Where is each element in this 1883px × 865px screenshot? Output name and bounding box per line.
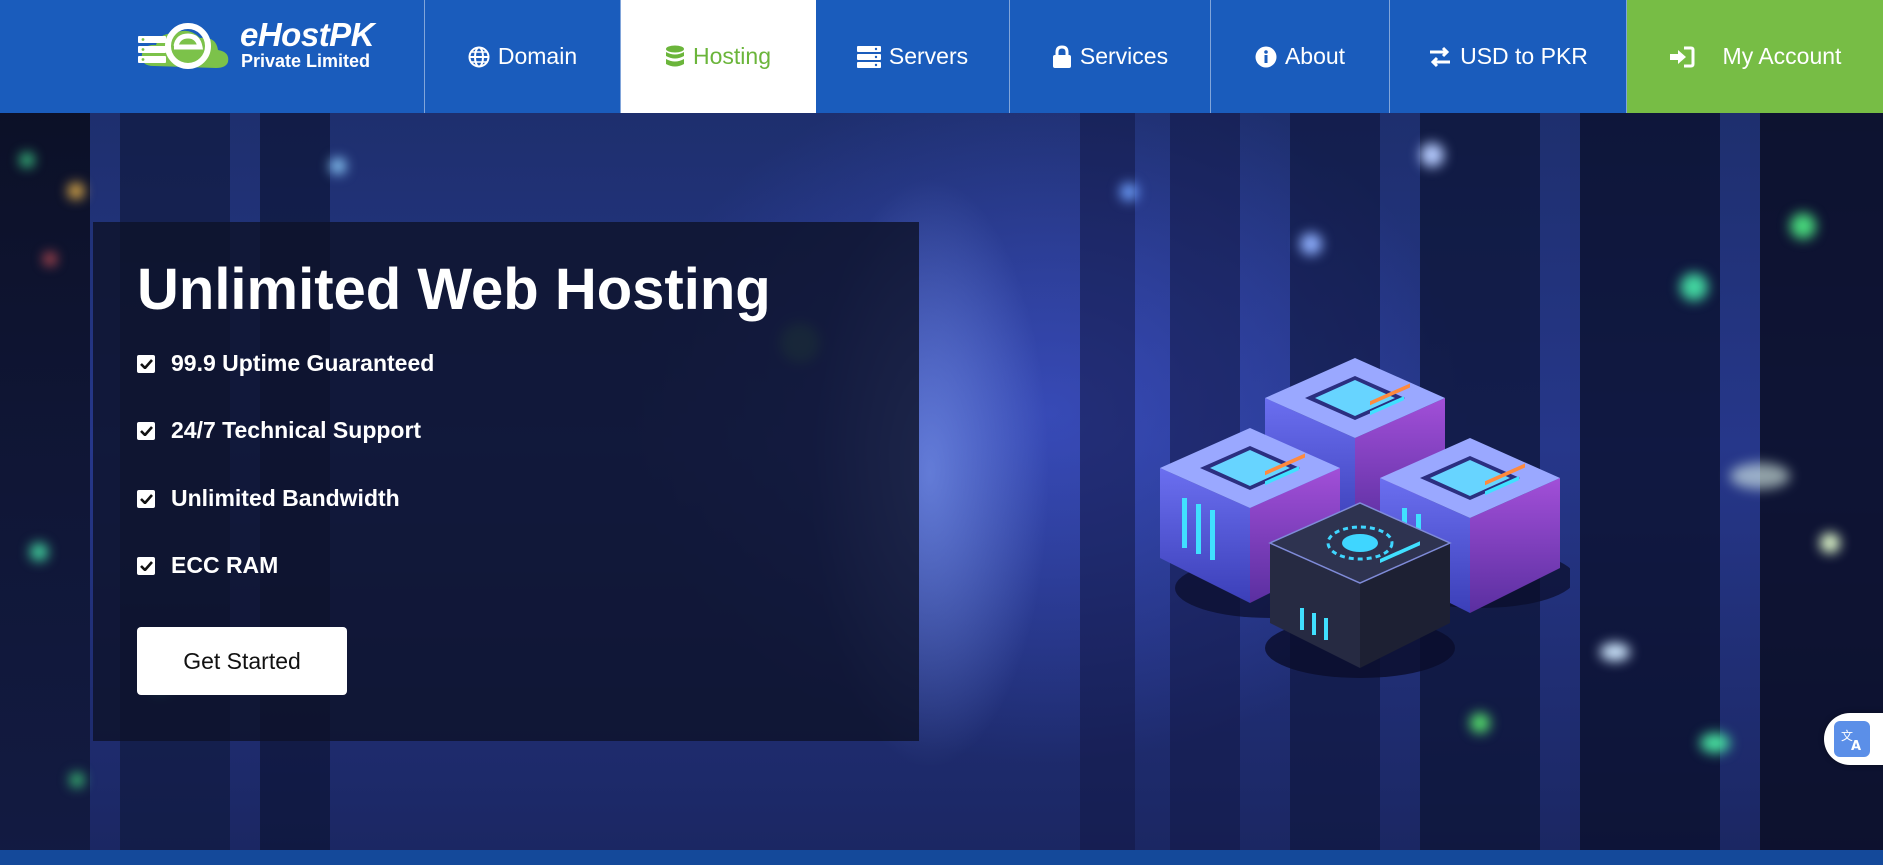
nav-servers-label: Servers — [888, 43, 969, 69]
nav-usd-to-pkr-label: USD to PKR — [1460, 43, 1588, 69]
info-icon — [1255, 46, 1277, 68]
checkbox-checked-icon — [137, 421, 155, 440]
hero-panel: Unlimited Web Hosting 99.9 Uptime Guaran… — [93, 222, 919, 741]
server-illustration — [1160, 358, 1570, 678]
cloud-server-e-logo-icon — [138, 23, 229, 69]
bottom-section-edge — [0, 850, 1883, 865]
get-started-button[interactable]: Get Started — [137, 627, 347, 695]
svg-text:A: A — [1851, 739, 1861, 752]
feature-item: 24/7 Technical Support — [137, 417, 421, 444]
nav-hosting-label: Hosting — [693, 43, 771, 69]
top-navigation: eHostPK Private Limited Domain Hosting S… — [0, 0, 1883, 113]
my-account-label: My Account — [1722, 43, 1842, 69]
nav-domain[interactable]: Domain — [425, 0, 621, 113]
checkbox-checked-icon — [137, 556, 155, 575]
nav-about[interactable]: About — [1211, 0, 1390, 113]
feature-item: 99.9 Uptime Guaranteed — [137, 350, 434, 377]
translate-icon: 文A — [1834, 721, 1870, 757]
brand-logo[interactable]: eHostPK Private Limited — [0, 0, 425, 113]
globe-icon — [468, 46, 490, 68]
nav-services-label: Services — [1079, 43, 1169, 69]
feature-label: ECC RAM — [171, 552, 279, 578]
hero-title: Unlimited Web Hosting — [137, 257, 771, 322]
nav-hosting[interactable]: Hosting — [621, 0, 816, 113]
sign-in-icon — [1669, 46, 1695, 68]
my-account-button[interactable]: My Account — [1627, 0, 1883, 113]
hero-banner: Unlimited Web Hosting 99.9 Uptime Guaran… — [0, 113, 1883, 850]
brand-name: eHostPK — [240, 16, 375, 53]
checkbox-checked-icon — [137, 354, 155, 373]
exchange-icon — [1428, 46, 1452, 68]
nav-domain-label: Domain — [497, 43, 578, 69]
brand-subtitle: Private Limited — [241, 51, 371, 71]
server-icon — [856, 45, 881, 68]
feature-label: 24/7 Technical Support — [171, 417, 422, 443]
feature-label: 99.9 Uptime Guaranteed — [171, 350, 435, 376]
checkbox-checked-icon — [137, 489, 155, 508]
feature-item: ECC RAM — [137, 552, 278, 579]
nav-servers[interactable]: Servers — [816, 0, 1010, 113]
lock-icon — [1052, 44, 1072, 69]
translate-widget[interactable]: 文A — [1824, 713, 1883, 765]
nav-usd-to-pkr[interactable]: USD to PKR — [1390, 0, 1627, 113]
feature-label: Unlimited Bandwidth — [171, 485, 400, 511]
nav-services[interactable]: Services — [1010, 0, 1211, 113]
feature-item: Unlimited Bandwidth — [137, 485, 400, 512]
nav-about-label: About — [1284, 43, 1346, 69]
database-icon — [665, 45, 685, 69]
